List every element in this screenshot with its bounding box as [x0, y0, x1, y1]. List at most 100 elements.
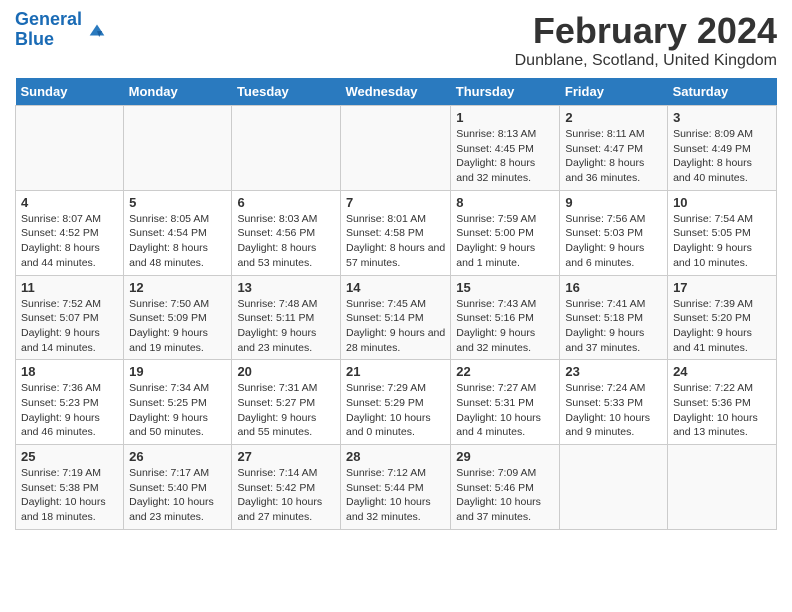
cell-content: Sunrise: 8:09 AM Sunset: 4:49 PM Dayligh…	[673, 127, 771, 186]
cell-content: Sunrise: 7:27 AM Sunset: 5:31 PM Dayligh…	[456, 381, 554, 440]
cell-content: Sunrise: 7:34 AM Sunset: 5:25 PM Dayligh…	[129, 381, 226, 440]
cell-content: Sunrise: 7:36 AM Sunset: 5:23 PM Dayligh…	[21, 381, 118, 440]
calendar-cell: 27Sunrise: 7:14 AM Sunset: 5:42 PM Dayli…	[232, 445, 341, 530]
date-number: 2	[565, 110, 662, 125]
date-number: 24	[673, 364, 771, 379]
date-number: 23	[565, 364, 662, 379]
cell-content: Sunrise: 7:41 AM Sunset: 5:18 PM Dayligh…	[565, 297, 662, 356]
calendar-cell: 20 Sunrise: 7:31 AM Sunset: 5:27 PM Dayli…	[232, 360, 341, 445]
date-number: 27	[237, 449, 335, 464]
calendar-cell: 4Sunrise: 8:07 AM Sunset: 4:52 PM Daylig…	[16, 190, 124, 275]
date-number: 3	[673, 110, 771, 125]
date-number: 8	[456, 195, 554, 210]
calendar-cell: 11 Sunrise: 7:52 AM Sunset: 5:07 PM Dayli…	[16, 275, 124, 360]
date-number: 12	[129, 280, 226, 295]
date-number: 6	[237, 195, 335, 210]
calendar-cell: 10Sunrise: 7:54 AM Sunset: 5:05 PM Dayli…	[668, 190, 777, 275]
calendar-cell	[232, 106, 341, 191]
calendar-cell: 18 Sunrise: 7:36 AM Sunset: 5:23 PM Dayli…	[16, 360, 124, 445]
date-number: 28	[346, 449, 445, 464]
date-number: 21	[346, 364, 445, 379]
calendar-cell: 26 Sunrise: 7:17 AM Sunset: 5:40 PM Dayli…	[124, 445, 232, 530]
calendar-cell: 3 Sunrise: 8:09 AM Sunset: 4:49 PM Daylig…	[668, 106, 777, 191]
cell-content: Sunrise: 7:59 AM Sunset: 5:00 PM Dayligh…	[456, 212, 554, 271]
date-number: 26	[129, 449, 226, 464]
calendar-cell: 16 Sunrise: 7:41 AM Sunset: 5:18 PM Dayli…	[560, 275, 668, 360]
calendar-cell: 2 Sunrise: 8:11 AM Sunset: 4:47 PM Daylig…	[560, 106, 668, 191]
date-number: 18	[21, 364, 118, 379]
week-row-3: 11 Sunrise: 7:52 AM Sunset: 5:07 PM Dayli…	[16, 275, 777, 360]
week-row-5: 25 Sunrise: 7:19 AM Sunset: 5:38 PM Dayli…	[16, 445, 777, 530]
calendar-cell: 15 Sunrise: 7:43 AM Sunset: 5:16 PM Dayli…	[451, 275, 560, 360]
cell-content: Sunrise: 7:56 AM Sunset: 5:03 PM Dayligh…	[565, 212, 662, 271]
date-number: 1	[456, 110, 554, 125]
day-header-sunday: Sunday	[16, 78, 124, 106]
calendar-cell: 23Sunrise: 7:24 AM Sunset: 5:33 PM Dayli…	[560, 360, 668, 445]
day-header-monday: Monday	[124, 78, 232, 106]
calendar-cell: 25 Sunrise: 7:19 AM Sunset: 5:38 PM Dayli…	[16, 445, 124, 530]
date-number: 15	[456, 280, 554, 295]
calendar-cell: 5 Sunrise: 8:05 AM Sunset: 4:54 PM Daylig…	[124, 190, 232, 275]
main-title: February 2024	[515, 10, 777, 52]
calendar-cell: 28 Sunrise: 7:12 AM Sunset: 5:44 PM Dayli…	[340, 445, 450, 530]
calendar-cell: 1 Sunrise: 8:13 AM Sunset: 4:45 PM Daylig…	[451, 106, 560, 191]
cell-content: Sunrise: 7:39 AM Sunset: 5:20 PM Dayligh…	[673, 297, 771, 356]
date-number: 14	[346, 280, 445, 295]
calendar-cell: 21 Sunrise: 7:29 AM Sunset: 5:29 PM Dayli…	[340, 360, 450, 445]
date-number: 4	[21, 195, 118, 210]
cell-content: Sunrise: 7:31 AM Sunset: 5:27 PM Dayligh…	[237, 381, 335, 440]
cell-content: Sunrise: 7:09 AM Sunset: 5:46 PM Dayligh…	[456, 466, 554, 525]
cell-content: Sunrise: 7:43 AM Sunset: 5:16 PM Dayligh…	[456, 297, 554, 356]
calendar-cell: 17 Sunrise: 7:39 AM Sunset: 5:20 PM Dayli…	[668, 275, 777, 360]
cell-content: Sunrise: 8:05 AM Sunset: 4:54 PM Dayligh…	[129, 212, 226, 271]
cell-content: Sunrise: 8:03 AM Sunset: 4:56 PM Dayligh…	[237, 212, 335, 271]
calendar-cell: 9 Sunrise: 7:56 AM Sunset: 5:03 PM Daylig…	[560, 190, 668, 275]
date-number: 19	[129, 364, 226, 379]
cell-content: Sunrise: 7:17 AM Sunset: 5:40 PM Dayligh…	[129, 466, 226, 525]
cell-content: Sunrise: 7:54 AM Sunset: 5:05 PM Dayligh…	[673, 212, 771, 271]
calendar-cell	[668, 445, 777, 530]
cell-content: Sunrise: 7:22 AM Sunset: 5:36 PM Dayligh…	[673, 381, 771, 440]
date-number: 17	[673, 280, 771, 295]
date-number: 25	[21, 449, 118, 464]
calendar-cell	[16, 106, 124, 191]
cell-content: Sunrise: 8:11 AM Sunset: 4:47 PM Dayligh…	[565, 127, 662, 186]
cell-content: Sunrise: 8:13 AM Sunset: 4:45 PM Dayligh…	[456, 127, 554, 186]
date-number: 5	[129, 195, 226, 210]
calendar-cell: 19 Sunrise: 7:34 AM Sunset: 5:25 PM Dayli…	[124, 360, 232, 445]
calendar-cell: 29Sunrise: 7:09 AM Sunset: 5:46 PM Dayli…	[451, 445, 560, 530]
cell-content: Sunrise: 8:01 AM Sunset: 4:58 PM Dayligh…	[346, 212, 445, 271]
cell-content: Sunrise: 7:52 AM Sunset: 5:07 PM Dayligh…	[21, 297, 118, 356]
calendar-cell	[560, 445, 668, 530]
week-row-2: 4Sunrise: 8:07 AM Sunset: 4:52 PM Daylig…	[16, 190, 777, 275]
logo-text: General Blue	[15, 10, 82, 50]
week-row-4: 18 Sunrise: 7:36 AM Sunset: 5:23 PM Dayli…	[16, 360, 777, 445]
title-area: February 2024 Dunblane, Scotland, United…	[515, 10, 777, 70]
calendar-cell: 22 Sunrise: 7:27 AM Sunset: 5:31 PM Dayli…	[451, 360, 560, 445]
cell-content: Sunrise: 7:29 AM Sunset: 5:29 PM Dayligh…	[346, 381, 445, 440]
cell-content: Sunrise: 7:19 AM Sunset: 5:38 PM Dayligh…	[21, 466, 118, 525]
calendar-cell: 8 Sunrise: 7:59 AM Sunset: 5:00 PM Daylig…	[451, 190, 560, 275]
cell-content: Sunrise: 7:50 AM Sunset: 5:09 PM Dayligh…	[129, 297, 226, 356]
date-number: 20	[237, 364, 335, 379]
calendar-cell	[124, 106, 232, 191]
cell-content: Sunrise: 7:12 AM Sunset: 5:44 PM Dayligh…	[346, 466, 445, 525]
day-header-tuesday: Tuesday	[232, 78, 341, 106]
calendar-cell: 12 Sunrise: 7:50 AM Sunset: 5:09 PM Dayli…	[124, 275, 232, 360]
day-header-thursday: Thursday	[451, 78, 560, 106]
date-number: 13	[237, 280, 335, 295]
calendar-cell: 7 Sunrise: 8:01 AM Sunset: 4:58 PM Daylig…	[340, 190, 450, 275]
calendar-cell: 13Sunrise: 7:48 AM Sunset: 5:11 PM Dayli…	[232, 275, 341, 360]
date-number: 9	[565, 195, 662, 210]
date-number: 7	[346, 195, 445, 210]
calendar-cell	[340, 106, 450, 191]
calendar-cell: 6 Sunrise: 8:03 AM Sunset: 4:56 PM Daylig…	[232, 190, 341, 275]
date-number: 16	[565, 280, 662, 295]
date-number: 22	[456, 364, 554, 379]
date-number: 11	[21, 280, 118, 295]
days-header-row: SundayMondayTuesdayWednesdayThursdayFrid…	[16, 78, 777, 106]
calendar-table: SundayMondayTuesdayWednesdayThursdayFrid…	[15, 78, 777, 530]
logo-icon	[86, 19, 108, 41]
week-row-1: 1 Sunrise: 8:13 AM Sunset: 4:45 PM Daylig…	[16, 106, 777, 191]
header: General Blue February 2024 Dunblane, Sco…	[15, 10, 777, 70]
